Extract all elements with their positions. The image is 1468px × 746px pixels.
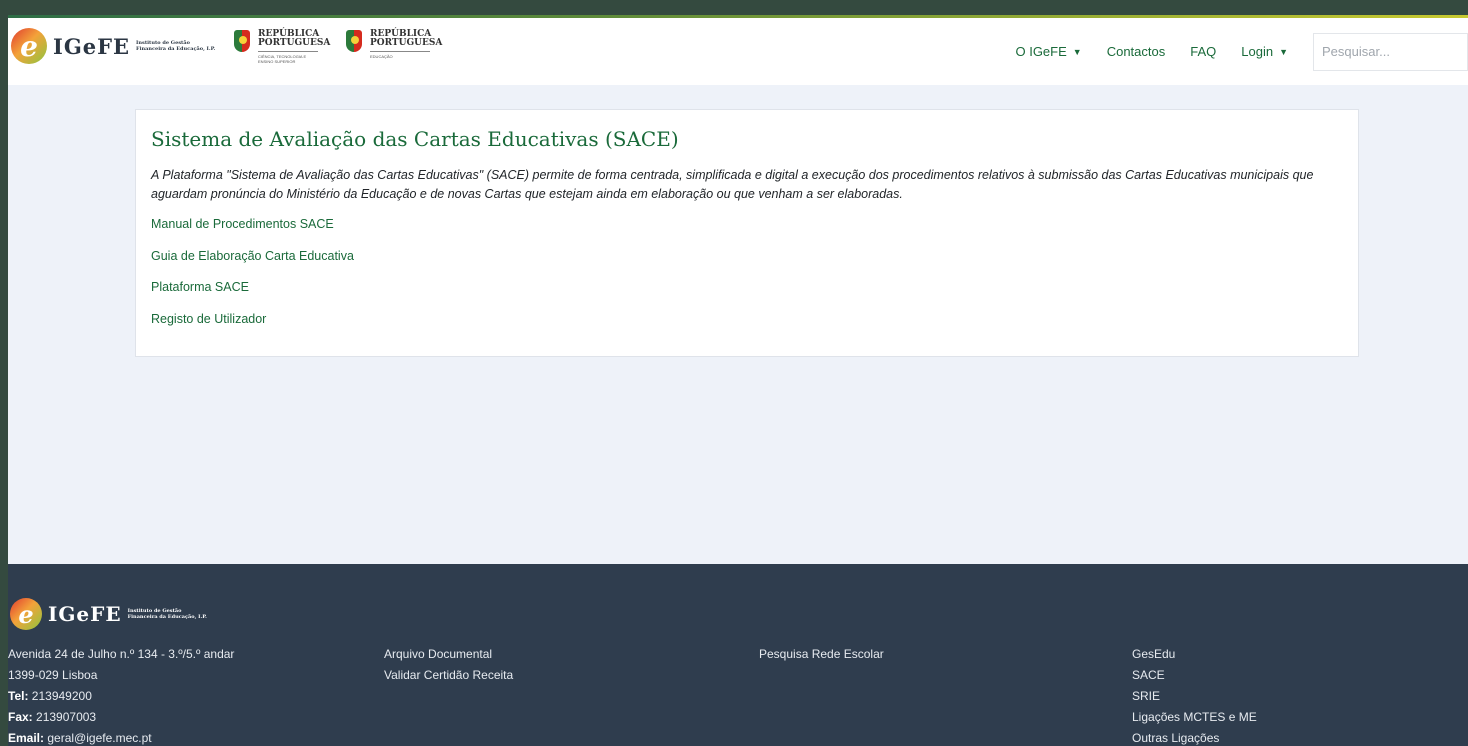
nav-login[interactable]: Login ▼ xyxy=(1241,44,1288,59)
search-input[interactable] xyxy=(1322,44,1468,59)
footer-fax-label: Fax: xyxy=(8,710,33,724)
link-registo-utilizador[interactable]: Registo de Utilizador xyxy=(151,312,266,326)
nav-contactos[interactable]: Contactos xyxy=(1107,44,1166,59)
republica-emblem-icon xyxy=(234,30,250,52)
page-title: Sistema de Avaliação das Cartas Educativ… xyxy=(151,127,679,151)
nav-o-igefe-label: O IGeFE xyxy=(1015,44,1067,59)
footer-email-value[interactable]: geral@igefe.mec.pt xyxy=(47,731,151,745)
footer-address-line: Avenida 24 de Julho n.º 134 - 3.º/5.º an… xyxy=(8,647,235,661)
rp-title: REPÚBLICA PORTUGUESA xyxy=(370,29,443,48)
search-box xyxy=(1313,32,1468,71)
footer-link-srie[interactable]: SRIE xyxy=(1132,686,1257,707)
caret-down-icon: ▼ xyxy=(1279,46,1288,57)
link-plataforma-sace[interactable]: Plataforma SACE xyxy=(151,280,249,294)
republica-logo-mctes[interactable]: REPÚBLICA PORTUGUESA CIÊNCIA, TECNOLOGIA… xyxy=(234,29,331,64)
igefe-e-icon: e xyxy=(11,28,47,64)
footer-igefe-logo[interactable]: e IGeFE Instituto de Gestão Financeira d… xyxy=(10,598,208,630)
footer-address-line: 1399-029 Lisboa xyxy=(8,668,98,682)
footer-link-sace[interactable]: SACE xyxy=(1132,665,1257,686)
nav-faq-label: FAQ xyxy=(1190,44,1217,59)
rp-title: REPÚBLICA PORTUGUESA xyxy=(258,29,331,48)
footer: e IGeFE Instituto de Gestão Financeira d… xyxy=(8,564,1468,746)
header: e IGeFE Instituto de Gestão Financeira d… xyxy=(8,18,1468,85)
footer-link-outras-ligacoes[interactable]: Outras Ligações xyxy=(1132,728,1257,746)
igefe-logo[interactable]: e IGeFE Instituto de Gestão Financeira d… xyxy=(11,28,216,64)
republica-emblem-icon xyxy=(346,30,362,52)
top-nav: O IGeFE ▼ Contactos FAQ Login ▼ xyxy=(1015,18,1468,85)
footer-links-column-4: GesEdu SACE SRIE Ligações MCTES e ME Out… xyxy=(1132,644,1257,746)
republica-logo-educacao[interactable]: REPÚBLICA PORTUGUESA EDUCAÇÃO xyxy=(346,29,443,59)
igefe-logo-subtext: Instituto de Gestão Financeira da Educaç… xyxy=(136,40,216,52)
content-card: Sistema de Avaliação das Cartas Educativ… xyxy=(135,109,1359,357)
rp-sub: CIÊNCIA, TECNOLOGIA E ENSINO SUPERIOR xyxy=(258,51,318,64)
footer-link-gesedu[interactable]: GesEdu xyxy=(1132,644,1257,665)
footer-tel: Tel: 213949200 xyxy=(8,686,234,707)
nav-contactos-label: Contactos xyxy=(1106,44,1166,59)
footer-link-pesquisa-rede-escolar[interactable]: Pesquisa Rede Escolar xyxy=(759,644,884,665)
page-frame: e IGeFE Instituto de Gestão Financeira d… xyxy=(8,15,1468,746)
igefe-logo-text: IGeFE xyxy=(53,33,131,59)
footer-links-column-3: Pesquisa Rede Escolar xyxy=(759,644,884,665)
link-manual-procedimentos[interactable]: Manual de Procedimentos SACE xyxy=(151,217,334,231)
footer-logo-subtext: Instituto de Gestão Financeira da Educaç… xyxy=(127,608,207,620)
footer-contact-column: Avenida 24 de Julho n.º 134 - 3.º/5.º an… xyxy=(8,644,234,746)
footer-link-ligacoes-mctes-me[interactable]: Ligações MCTES e ME xyxy=(1132,707,1257,728)
footer-link-arquivo-documental[interactable]: Arquivo Documental xyxy=(384,644,513,665)
nav-faq[interactable]: FAQ xyxy=(1190,44,1216,59)
footer-logo-text: IGeFE xyxy=(48,602,122,626)
footer-link-validar-certidao[interactable]: Validar Certidão Receita xyxy=(384,665,513,686)
link-guia-elaboracao[interactable]: Guia de Elaboração Carta Educativa xyxy=(151,249,354,263)
igefe-e-icon: e xyxy=(10,598,42,630)
footer-fax-value: 213907003 xyxy=(36,710,97,724)
nav-o-igefe[interactable]: O IGeFE ▼ xyxy=(1015,44,1081,59)
footer-email-label: Email: xyxy=(8,731,45,745)
footer-email: Email: geral@igefe.mec.pt xyxy=(8,728,234,746)
footer-tel-label: Tel: xyxy=(8,689,29,703)
rp-sub: EDUCAÇÃO xyxy=(370,51,430,59)
footer-links-column-2: Arquivo Documental Validar Certidão Rece… xyxy=(384,644,513,686)
page-description: A Plataforma "Sistema de Avaliação das C… xyxy=(151,168,1314,201)
footer-fax: Fax: 213907003 xyxy=(8,707,234,728)
footer-tel-value: 213949200 xyxy=(31,689,92,703)
nav-login-label: Login xyxy=(1241,44,1274,59)
caret-down-icon: ▼ xyxy=(1072,46,1082,57)
